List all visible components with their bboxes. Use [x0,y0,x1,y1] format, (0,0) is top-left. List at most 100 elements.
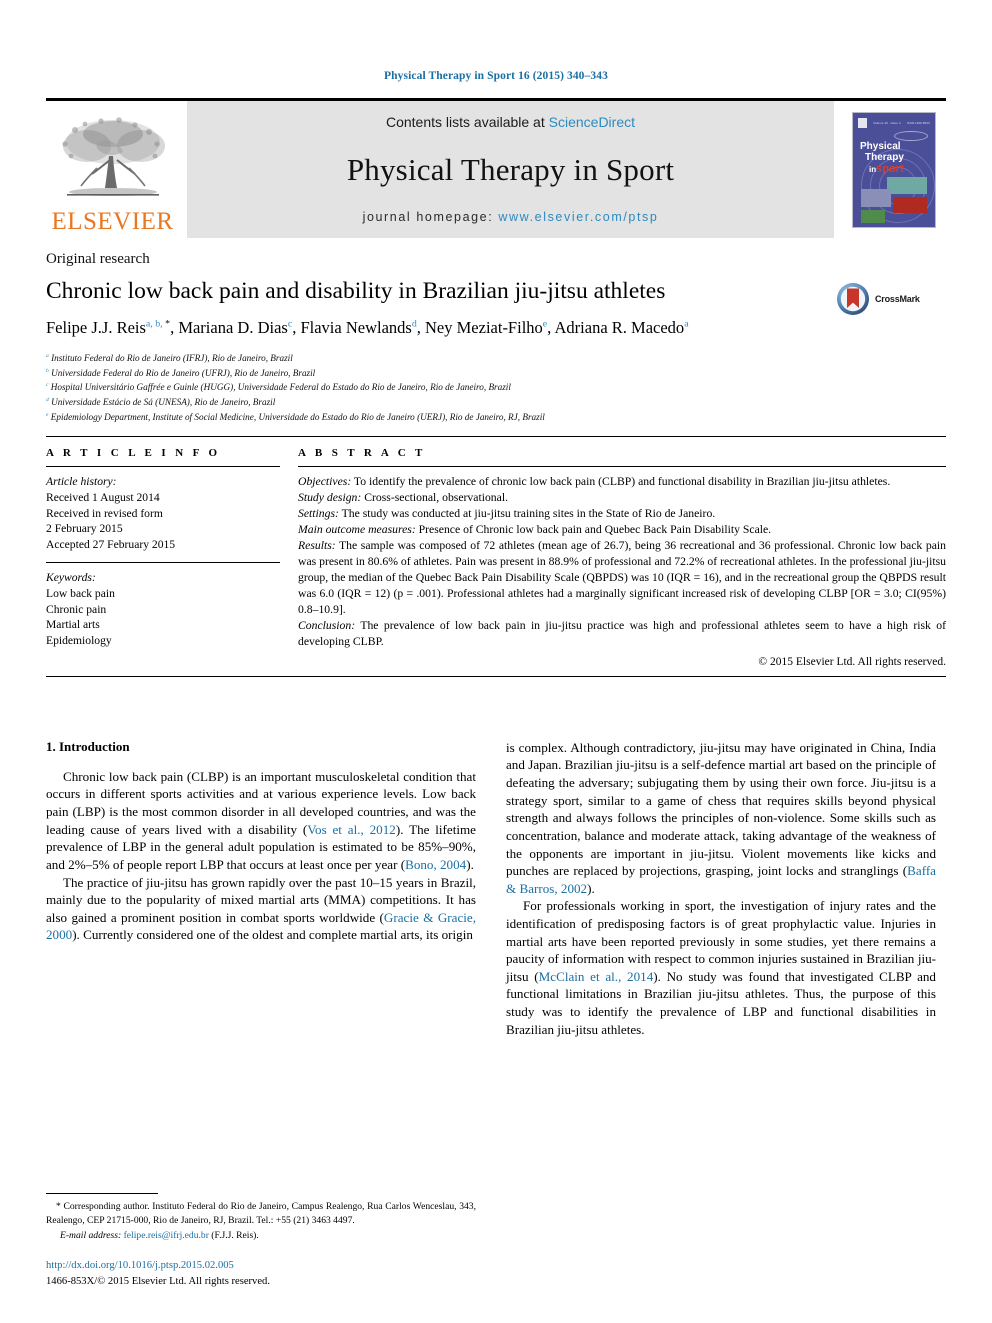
keyword-item: Epidemiology [46,634,112,648]
keyword-item: Martial arts [46,618,100,632]
abstract-section-text: Presence of Chronic low back pain and Qu… [415,523,772,537]
journal-homepage-link[interactable]: www.elsevier.com/ptsp [498,210,658,224]
footnote-rule [46,1192,158,1194]
crossmark-label: CrossMark [875,294,920,304]
cover-photo-green [861,209,885,223]
keyword-item: Chronic pain [46,602,107,616]
citation-link[interactable]: Vos et al., 2012 [307,822,396,837]
author-name: Felipe J.J. Reis [46,317,146,337]
article-history-items: Received 1 August 2014 Received in revise… [46,490,280,553]
article-info-column: A R T I C L E I N F O Article history: R… [46,447,298,668]
keywords-group: Keywords: Low back pain Chronic pain Marti… [46,570,280,649]
keywords-label: Keywords: [46,571,96,585]
abstract-section-label: Conclusion: [298,618,356,632]
abstract-section-label: Study design: [298,491,362,505]
article-history-item: 2 February 2015 [46,522,123,536]
elsevier-logo: ELSEVIER [46,101,179,238]
crossmark-icon [837,283,869,315]
citation-link[interactable]: McClain et al., 2014 [539,969,654,984]
abstract-section-text: The sample was composed of 72 athletes (… [298,539,946,616]
cover-oval-shape [894,130,928,141]
abstract-heading: A B S T R A C T [298,447,426,460]
cover-volume-text: Volume 16 · Issue 4 [873,121,901,125]
running-head: Physical Therapy in Sport 16 (2015) 340–… [384,70,608,82]
affiliation-item: c Hospital Universitário Gaffrée e Guinl… [46,382,511,393]
author-affiliation-mark: c [287,318,293,330]
keywords-items: Low back pain Chronic pain Martial arts Epi… [46,586,280,649]
abstract-section: Settings: The study was conducted at jiu… [298,506,946,522]
citation-link[interactable]: Bono, 2004 [405,857,466,872]
section-heading-introduction: 1. Introduction [46,738,130,754]
cover-image: Volume 16 · Issue 4 ISSN 1466-853X Physi… [852,111,936,228]
crossmark-badge[interactable]: CrossMark [836,282,920,316]
author-affiliation-mark: d [411,318,417,330]
body-paragraph: For professionals working in sport, the … [506,897,936,1038]
affiliation-mark: a [46,352,49,359]
journal-cover-thumbnail: Volume 16 · Issue 4 ISSN 1466-853X Physi… [842,101,946,238]
abstract-section-label: Settings: [298,507,339,521]
keywords-rule [46,562,280,564]
affiliation-list: a Instituto Federal do Rio de Janeiro (I… [46,351,946,426]
left-paragraphs: Chronic low back pain (CLBP) is an impor… [46,768,476,944]
cover-top-meta: Volume 16 · Issue 4 ISSN 1466-853X [858,118,930,129]
title-and-authors: Chronic low back pain and disability in … [46,278,836,339]
cover-elsevier-mark-icon [858,118,867,128]
author-name: Mariana D. Dias [178,317,288,337]
corresponding-author-note: * Corresponding author. Instituto Federa… [46,1200,476,1228]
affiliation-mark: b [46,367,49,374]
author-name: Ney Meziat-Filho [425,317,543,337]
journal-masthead: ELSEVIER Contents lists available at Sci… [46,98,946,238]
abstract-section-text: To identify the prevalence of chronic lo… [351,475,891,489]
corresponding-text: Corresponding author. Instituto Federal … [46,1200,476,1226]
article-history-label: Article history: [46,475,117,489]
body-paragraph: Chronic low back pain (CLBP) is an impor… [46,768,476,874]
abstract-section: Main outcome measures: Presence of Chron… [298,522,946,538]
abstract-body: Objectives: To identify the prevalence o… [298,474,946,650]
abstract-section-label: Objectives: [298,475,352,489]
cover-title-line1: Physical [860,140,901,152]
article-type-label: Original research [46,251,150,267]
article-page: Physical Therapy in Sport 16 (2015) 340–… [0,0,992,1323]
author-name: Flavia Newlands [300,317,412,337]
email-suffix: (F.J.J. Reis). [208,1230,259,1242]
abstract-section: Conclusion: The prevalence of low back p… [298,618,946,650]
cover-title-sport: sport [876,162,904,175]
abstract-section-text: Cross-sectional, observational. [361,491,509,505]
journal-title: Physical Therapy in Sport [346,152,675,187]
article-header: Chronic low back pain and disability in … [46,278,946,339]
abstract-copyright: © 2015 Elsevier Ltd. All rights reserved… [758,655,946,668]
paragraph-text: ). [466,856,474,872]
article-history-item: Accepted 27 February 2015 [46,538,176,552]
abstract-section: Results: The sample was composed of 72 a… [298,538,946,618]
abstract-section-label: Results: [298,539,336,553]
info-abstract-block: A R T I C L E I N F O Article history: R… [46,436,946,676]
author-affiliation-mark: a, b, * [145,318,171,330]
email-note: E-mail address: felipe.reis@ifrj.edu.br … [46,1229,476,1243]
contents-prefix: Contents lists available at [385,114,545,130]
cover-title-line2: Therapy [865,151,904,163]
affiliation-item: e Epidemiology Department, Institute of … [46,412,545,423]
footnote-block: * Corresponding author. Instituto Federa… [46,1192,476,1289]
article-history-item: Received in revised form [46,506,163,520]
elsevier-tree-icon [61,117,165,196]
body-paragraph: is complex. Although contradictory, jiu-… [506,739,936,897]
crossmark-badge-container[interactable]: CrossMark [836,278,946,316]
doi-block: http://dx.doi.org/10.1016/j.ptsp.2015.02… [46,1258,476,1289]
author-name: Adriana R. Macedo [554,317,685,337]
email-link[interactable]: felipe.reis@ifrj.edu.br [124,1230,209,1241]
abstract-section-text: The study was conducted at jiu-jitsu tra… [338,507,716,521]
journal-homepage-line: journal homepage: www.elsevier.com/ptsp [363,210,659,224]
article-info-rule [46,466,280,468]
body-column-left: 1. Introduction Chronic low back pain (C… [46,739,476,1038]
doi-link[interactable]: http://dx.doi.org/10.1016/j.ptsp.2015.02… [46,1258,476,1273]
contents-lists-line: Contents lists available at ScienceDirec… [386,114,635,130]
paragraph-text: ). [587,880,595,896]
paragraph-text: ). Currently considered one of the oldes… [72,927,473,943]
affiliation-mark: d [46,397,49,404]
author-affiliation-mark: a [684,318,689,330]
affiliation-mark: c [46,382,49,389]
body-column-right: is complex. Although contradictory, jiu-… [506,739,936,1038]
cover-issn-text: ISSN 1466-853X [906,121,930,125]
sciencedirect-link[interactable]: ScienceDirect [549,114,635,130]
